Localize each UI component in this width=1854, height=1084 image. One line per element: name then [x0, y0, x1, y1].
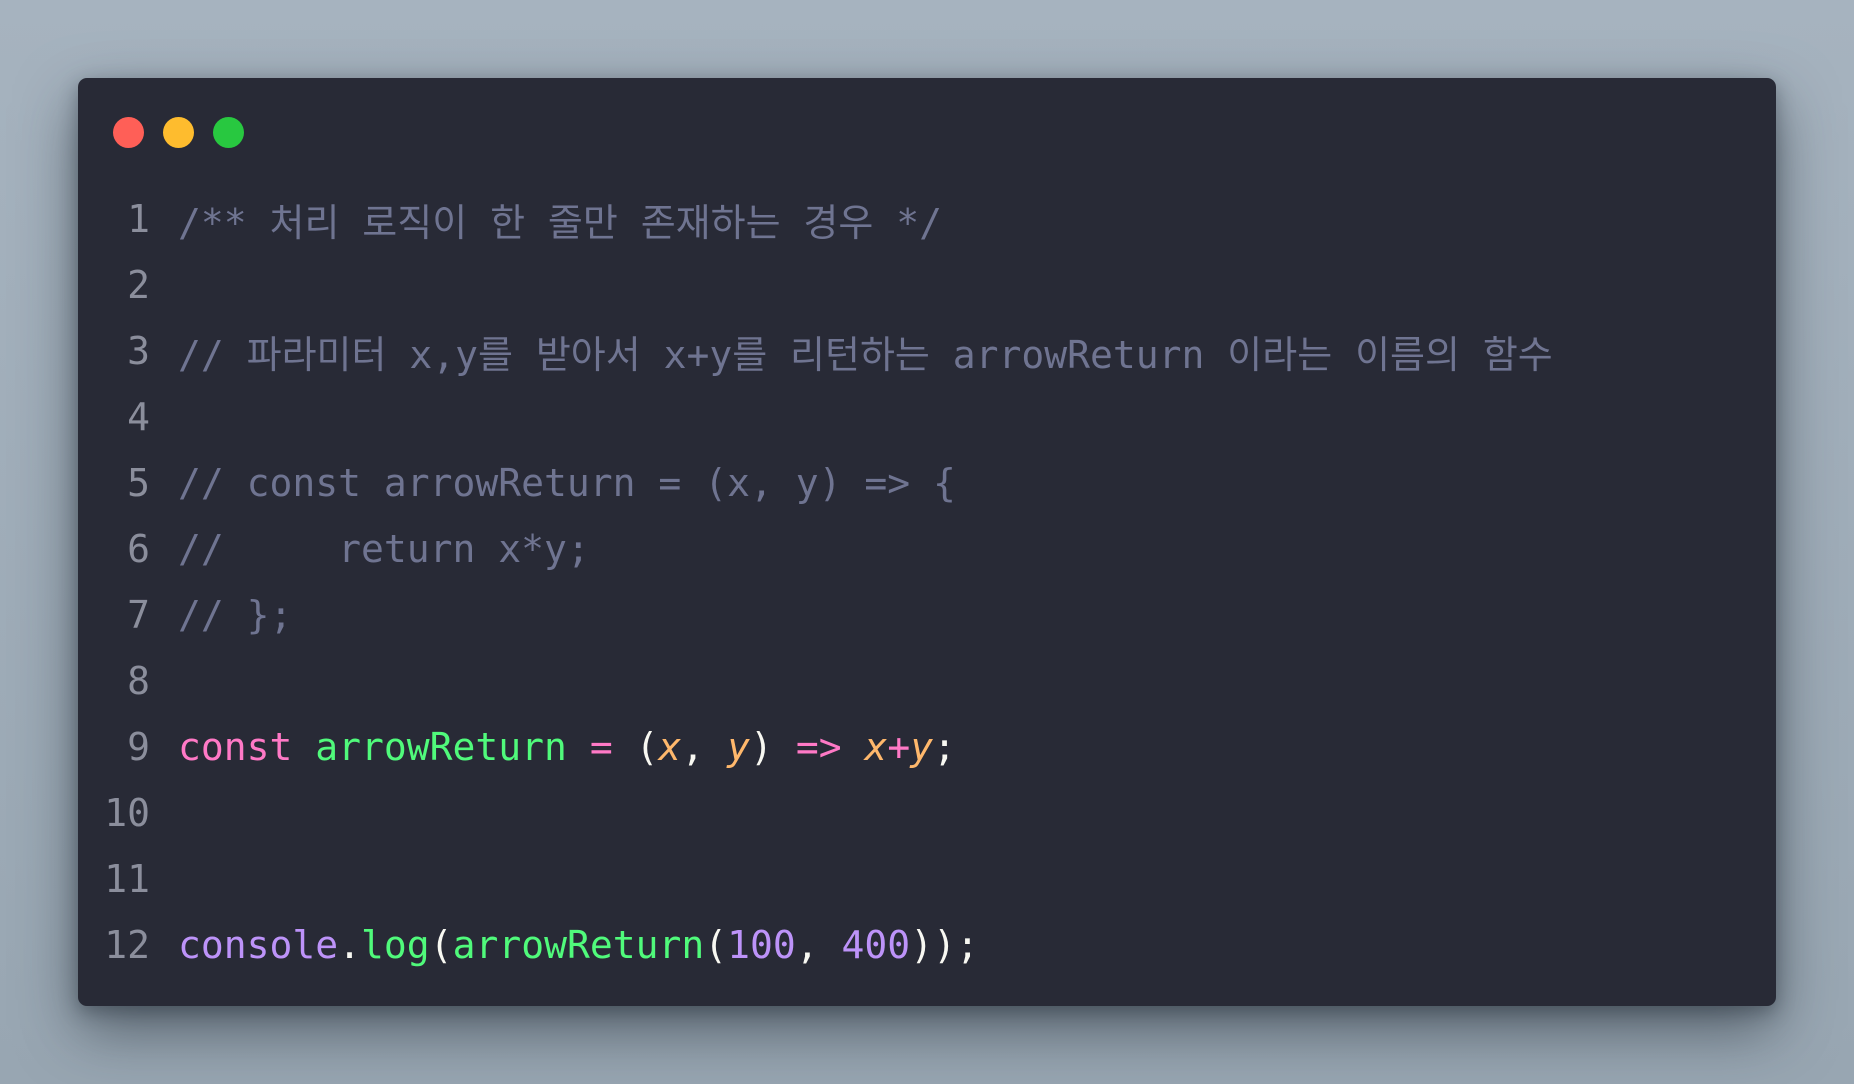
line-number: 10: [104, 791, 150, 835]
code-token: // return x*y;: [178, 527, 590, 571]
code-editor: 1 /** 처리 로직이 한 줄만 존재하는 경우 */ 2 3 // 파라미터 x,y…: [78, 186, 1776, 978]
line-number: 3: [127, 329, 150, 373]
code-token: ;: [933, 725, 957, 769]
code-token: // 파라미터 x,y를 받아서 x+y를 리턴하는 arrowReturn 이…: [178, 332, 1553, 377]
code-token: (: [704, 923, 728, 967]
code-token: =: [589, 725, 613, 769]
code-token: // const arrowReturn = (x, y) => {: [178, 461, 956, 505]
code-text: // return x*y;: [178, 527, 590, 571]
code-window: 1 /** 처리 로직이 한 줄만 존재하는 경우 */ 2 3 // 파라미터 x,y…: [78, 78, 1776, 1006]
maximize-button[interactable]: [213, 117, 244, 148]
code-token: =>: [795, 725, 842, 769]
code-line: 4: [78, 384, 1776, 450]
line-number: 5: [127, 461, 150, 505]
code-token: 100: [727, 923, 796, 967]
code-token: 400: [841, 923, 911, 967]
code-token: ): [750, 725, 796, 769]
code-line: 5 // const arrowReturn = (x, y) => {: [78, 450, 1776, 516]
code-token: x: [658, 725, 682, 769]
line-number: 7: [127, 593, 150, 637]
code-line: 2: [78, 252, 1776, 318]
line-number: 1: [127, 197, 150, 241]
line-number: 12: [104, 923, 150, 967]
code-token: y: [910, 725, 934, 769]
code-token: /** 처리 로직이 한 줄만 존재하는 경우 */: [178, 200, 942, 245]
code-token: arrowReturn: [452, 923, 705, 967]
code-token: ,: [795, 923, 842, 967]
code-token: arrowReturn: [315, 725, 567, 769]
code-line: 1 /** 처리 로직이 한 줄만 존재하는 경우 */: [78, 186, 1776, 252]
code-line: 6 // return x*y;: [78, 516, 1776, 582]
code-line: 9 const arrowReturn = (x, y) => x+y;: [78, 714, 1776, 780]
line-number: 4: [127, 395, 150, 439]
minimize-button[interactable]: [163, 117, 194, 148]
code-token: y: [727, 725, 751, 769]
code-line: 8: [78, 648, 1776, 714]
code-token: ,: [681, 725, 728, 769]
close-button[interactable]: [113, 117, 144, 148]
code-token: const: [178, 725, 293, 769]
line-number: 6: [127, 527, 150, 571]
code-text: // 파라미터 x,y를 받아서 x+y를 리턴하는 arrowReturn 이…: [178, 324, 1553, 379]
line-number: 11: [104, 857, 150, 901]
code-token: log: [361, 923, 430, 967]
code-text: // const arrowReturn = (x, y) => {: [178, 461, 956, 505]
code-text: /** 처리 로직이 한 줄만 존재하는 경우 */: [178, 192, 942, 247]
line-number: 2: [127, 263, 150, 307]
code-line: 11: [78, 846, 1776, 912]
code-text: console.log(arrowReturn(100, 400));: [178, 923, 979, 967]
code-token: ));: [910, 923, 979, 967]
code-token: x: [864, 725, 888, 769]
code-token: // };: [178, 593, 293, 637]
code-line: 3 // 파라미터 x,y를 받아서 x+y를 리턴하는 arrowReturn …: [78, 318, 1776, 384]
code-token: console: [178, 923, 339, 967]
code-text: // };: [178, 593, 292, 637]
traffic-lights: [113, 117, 244, 148]
line-number: 9: [127, 725, 150, 769]
code-token: (: [612, 725, 659, 769]
code-line: 10: [78, 780, 1776, 846]
code-token: .: [338, 923, 362, 967]
code-line: 12 console.log(arrowReturn(100, 400));: [78, 912, 1776, 978]
code-token: (: [429, 923, 453, 967]
code-line: 7 // };: [78, 582, 1776, 648]
line-number: 8: [127, 659, 150, 703]
code-text: const arrowReturn = (x, y) => x+y;: [178, 725, 956, 769]
code-token: +: [887, 725, 911, 769]
